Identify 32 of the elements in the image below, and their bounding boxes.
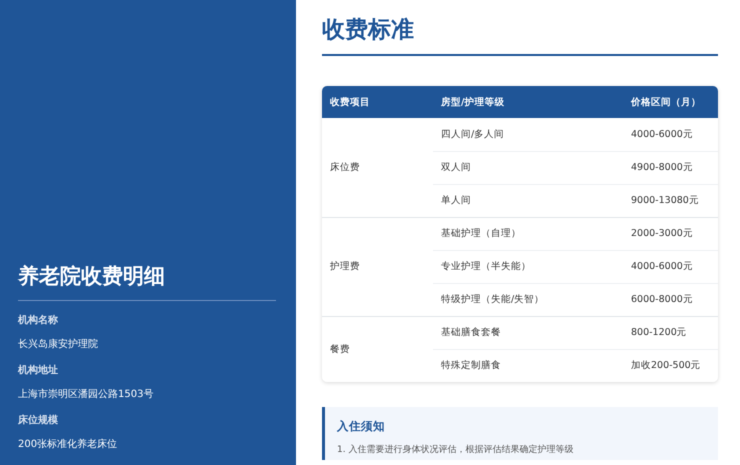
field-label: 床位规模 — [18, 413, 59, 427]
column-header: 价格区间（月） — [623, 86, 718, 118]
table-cell: 4000-6000元 — [623, 250, 718, 283]
field-value: 上海市崇明区潘园公路1503号 — [18, 388, 154, 401]
table-cell: 加收200-500元 — [623, 349, 718, 382]
notice-title: 入住须知 — [337, 419, 385, 434]
field-label: 机构地址 — [18, 364, 59, 377]
table-cell: 9000-13080元 — [623, 184, 718, 217]
table-cell: 特殊定制膳食 — [433, 349, 623, 382]
table-cell: 护理费 — [322, 217, 433, 316]
table-cell: 单人间 — [433, 184, 623, 217]
table-cell: 餐费 — [322, 316, 433, 382]
column-header: 收费项目 — [322, 86, 433, 118]
column-header: 房型/护理等级 — [433, 86, 623, 118]
table-cell: 床位费 — [322, 118, 433, 217]
page-title: 收费标准 — [322, 14, 718, 56]
field-value: 长兴岛康安护理院 — [18, 338, 98, 351]
table-cell: 800-1200元 — [623, 316, 718, 349]
table-cell: 四人间/多人间 — [433, 118, 623, 151]
field-value: 200张标准化养老床位 — [18, 438, 118, 451]
field-label: 机构名称 — [18, 314, 59, 327]
notice-text: 1. 入住需要进行身体状况评估，根据评估结果确定护理等级 — [337, 444, 574, 456]
table-cell: 双人间 — [433, 151, 623, 184]
table-cell: 基础膳食套餐 — [433, 316, 623, 349]
panel-title: 养老院收费明细 — [18, 262, 276, 301]
table-cell: 基础护理（自理） — [433, 217, 623, 250]
table-cell: 4000-6000元 — [623, 118, 718, 151]
table-cell: 4900-8000元 — [623, 151, 718, 184]
table-cell: 专业护理（半失能） — [433, 250, 623, 283]
table-cell: 特级护理（失能/失智） — [433, 283, 623, 316]
table-cell: 6000-8000元 — [623, 283, 718, 316]
table-cell: 2000-3000元 — [623, 217, 718, 250]
